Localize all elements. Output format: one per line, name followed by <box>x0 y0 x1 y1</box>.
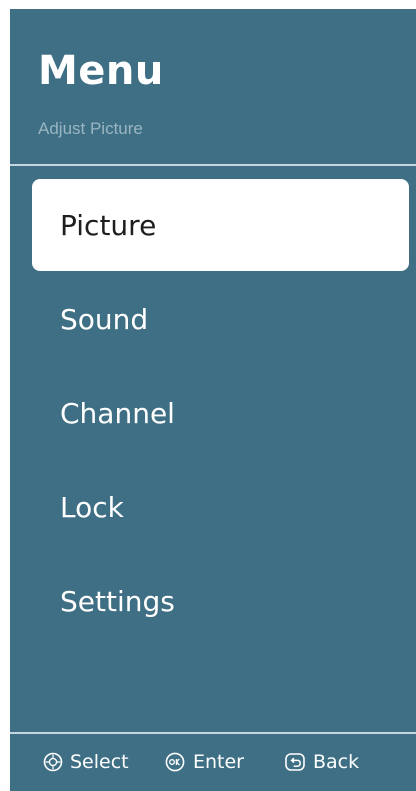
menu-item-label: Lock <box>60 490 124 524</box>
page-subtitle: Adjust Picture <box>38 119 143 138</box>
tv-menu-panel: Menu Adjust Picture Picture Sound Channe… <box>10 9 416 791</box>
back-button-icon <box>285 753 305 771</box>
hint-back: Back <box>284 750 359 774</box>
hint-enter: Enter <box>164 750 244 774</box>
menu-header: Menu Adjust Picture <box>10 9 416 164</box>
hint-label: Enter <box>193 751 244 773</box>
menu-item-sound[interactable]: Sound <box>32 273 409 365</box>
footer-hints: Select Enter Back <box>10 734 416 791</box>
menu-item-label: Channel <box>60 396 175 430</box>
menu-item-label: Sound <box>60 302 149 336</box>
hint-select: Select <box>43 750 129 774</box>
page-title: Menu <box>38 48 164 94</box>
header-divider <box>10 164 416 166</box>
menu-item-lock[interactable]: Lock <box>32 461 409 553</box>
dpad-icon <box>43 752 63 772</box>
menu-item-picture[interactable]: Picture <box>32 179 409 271</box>
hint-label: Select <box>70 751 129 773</box>
menu-item-label: Picture <box>60 208 157 242</box>
ok-button-icon <box>165 752 185 772</box>
hint-label: Back <box>313 751 360 773</box>
menu-item-channel[interactable]: Channel <box>32 367 409 459</box>
menu-item-label: Settings <box>60 584 175 618</box>
menu-item-settings[interactable]: Settings <box>32 555 409 647</box>
